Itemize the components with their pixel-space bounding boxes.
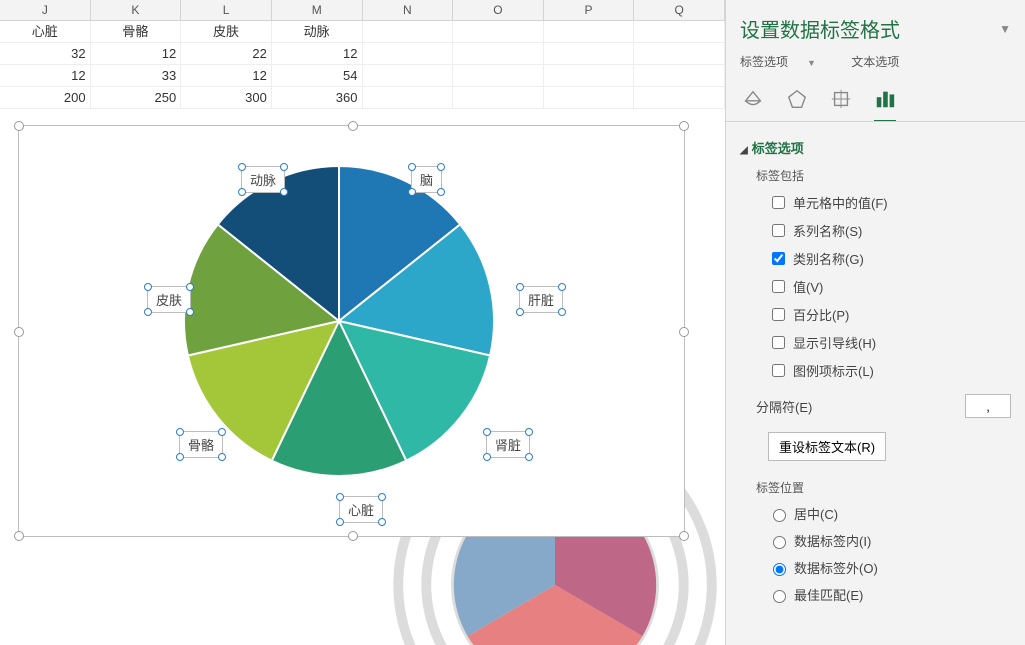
cell[interactable] [544,65,635,87]
cell[interactable] [544,43,635,65]
col-header-N[interactable]: N [363,0,454,20]
cell[interactable] [363,87,454,109]
label-text: 肝脏 [528,293,554,308]
cell[interactable]: 250 [91,87,182,109]
cell[interactable] [634,87,725,109]
cell[interactable]: 12 [91,43,182,65]
col-header-Q[interactable]: Q [634,0,725,20]
chart-options-icon[interactable] [872,86,898,112]
pane-text-tabs: 标签选项▼ 文本选项 [740,53,1011,70]
resize-handle[interactable] [679,327,689,337]
cell[interactable] [453,43,544,65]
cell[interactable]: 22 [181,43,272,65]
table-row: 12 33 12 54 [0,65,725,87]
label-text: 骨骼 [188,438,214,453]
checkbox-leader-lines[interactable]: 显示引导线(H) [768,333,1011,352]
resize-handle[interactable] [14,121,24,131]
worksheet-area[interactable]: J K L M N O P Q 心脏 骨骼 皮肤 动脉 32 12 2 [0,0,725,645]
cell[interactable] [634,43,725,65]
cell[interactable]: 33 [91,65,182,87]
col-header-K[interactable]: K [91,0,182,20]
data-label-skin[interactable]: 皮肤 [147,286,191,313]
cell[interactable] [363,65,454,87]
pane-dropdown-icon[interactable]: ▼ [999,22,1011,36]
reset-label-text-button[interactable]: 重设标签文本(R) [768,432,886,461]
cell[interactable] [453,21,544,43]
cell[interactable]: 54 [272,65,363,87]
pane-title: 设置数据标签格式 [740,14,900,43]
chart-object[interactable]: 脑 肝脏 肾脏 心脏 骨骼 皮肤 动脉 [18,125,685,537]
cell[interactable] [453,87,544,109]
radio-center[interactable]: 居中(C) [768,504,1011,523]
cell[interactable]: 皮肤 [181,21,272,43]
radio-best-fit[interactable]: 最佳匹配(E) [768,585,1011,604]
label-text: 肾脏 [495,438,521,453]
data-label-bone[interactable]: 骨骼 [179,431,223,458]
fill-line-icon[interactable] [740,86,766,112]
cell[interactable] [634,21,725,43]
data-label-brain[interactable]: 脑 [411,166,442,193]
resize-handle[interactable] [348,121,358,131]
tab-label-options[interactable]: 标签选项▼ [740,55,832,69]
cell[interactable]: 200 [0,87,91,109]
data-label-kidney[interactable]: 肾脏 [486,431,530,458]
separator-field[interactable] [965,394,1011,418]
label-text: 皮肤 [156,293,182,308]
checkbox-legend-key[interactable]: 图例项标示(L) [768,361,1011,380]
resize-handle[interactable] [679,531,689,541]
cell[interactable] [363,43,454,65]
section-label-options[interactable]: ◢标签选项 [740,138,1011,157]
cell[interactable]: 12 [0,65,91,87]
resize-handle[interactable] [14,327,24,337]
col-header-O[interactable]: O [453,0,544,20]
col-header-P[interactable]: P [544,0,635,20]
checkbox-cell-value[interactable]: 单元格中的值(F) [768,193,1011,212]
size-properties-icon[interactable] [828,86,854,112]
separator-label: 分隔符(E) [756,397,812,416]
grid[interactable]: 心脏 骨骼 皮肤 动脉 32 12 22 12 12 3 [0,21,725,109]
cell[interactable] [634,65,725,87]
effects-icon[interactable] [784,86,810,112]
cell[interactable] [544,87,635,109]
table-row: 32 12 22 12 [0,43,725,65]
table-row: 200 250 300 360 [0,87,725,109]
data-label-artery[interactable]: 动脉 [241,166,285,193]
cell[interactable]: 骨骼 [91,21,182,43]
radio-inside[interactable]: 数据标签内(I) [768,531,1011,550]
cell[interactable] [363,21,454,43]
col-header-L[interactable]: L [181,0,272,20]
checkbox-percentage[interactable]: 百分比(P) [768,305,1011,324]
column-headers: J K L M N O P Q [0,0,725,21]
cell[interactable]: 300 [181,87,272,109]
data-label-heart[interactable]: 心脏 [339,496,383,523]
label-text: 心脏 [348,503,374,518]
format-pane: 设置数据标签格式 ▼ 标签选项▼ 文本选项 ◢标签选项 标签包括 单元格中的值(… [725,0,1025,645]
table-row: 心脏 骨骼 皮肤 动脉 [0,21,725,43]
radio-outside[interactable]: 数据标签外(O) [768,558,1011,577]
pane-icon-tabs [740,78,1011,114]
resize-handle[interactable] [14,531,24,541]
cell[interactable]: 12 [272,43,363,65]
checkbox-category-name[interactable]: 类别名称(G) [768,249,1011,268]
checkbox-value[interactable]: 值(V) [768,277,1011,296]
label-position: 标签位置 [756,479,1011,496]
label-text: 动脉 [250,173,276,188]
cell[interactable]: 12 [181,65,272,87]
col-header-J[interactable]: J [0,0,91,20]
cell[interactable]: 动脉 [272,21,363,43]
resize-handle[interactable] [348,531,358,541]
resize-handle[interactable] [679,121,689,131]
label-text: 脑 [420,173,433,188]
checkbox-series-name[interactable]: 系列名称(S) [768,221,1011,240]
cell[interactable] [453,65,544,87]
cell[interactable] [544,21,635,43]
pane-title-row: 设置数据标签格式 ▼ [740,14,1011,43]
cell[interactable]: 32 [0,43,91,65]
col-header-M[interactable]: M [272,0,363,20]
cell[interactable]: 心脏 [0,21,91,43]
cell[interactable]: 360 [272,87,363,109]
tab-text-options[interactable]: 文本选项 [851,55,899,69]
data-label-liver[interactable]: 肝脏 [519,286,563,313]
label-contains: 标签包括 [756,167,1011,184]
